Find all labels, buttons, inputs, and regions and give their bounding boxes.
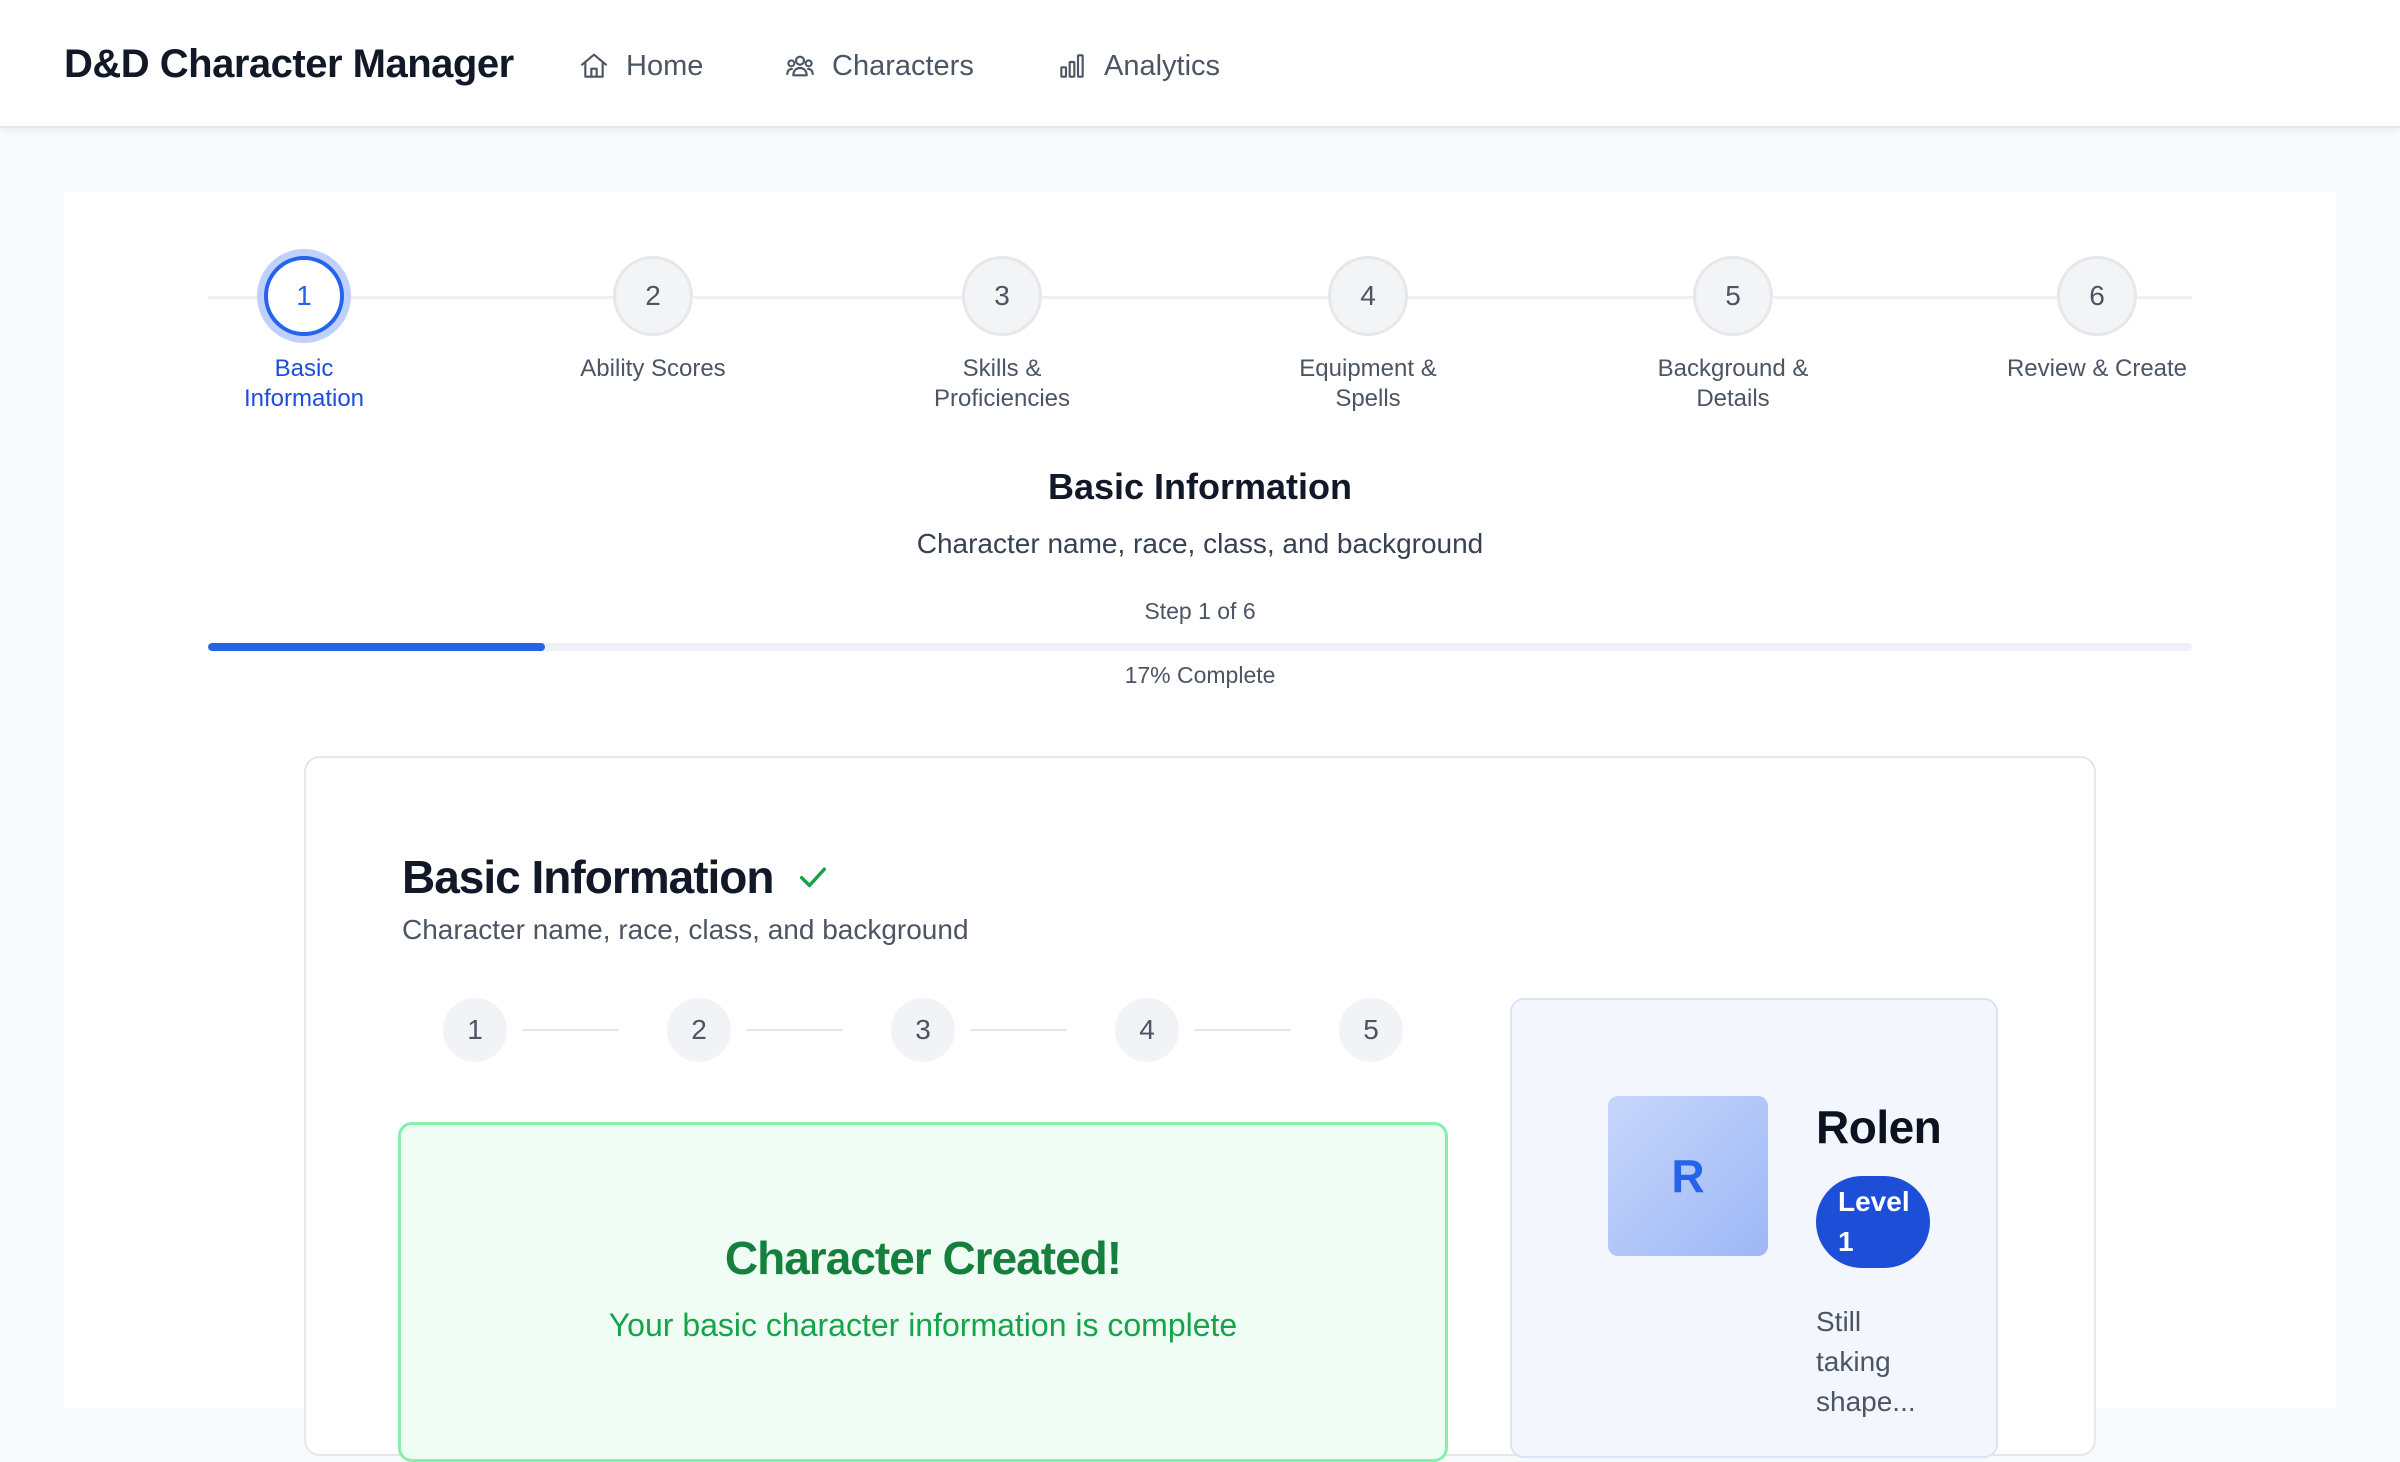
success-panel: Character Created! Your basic character … — [398, 1122, 1448, 1462]
step-label: Background & Details — [1657, 355, 1809, 412]
success-title: Character Created! — [724, 1232, 1122, 1284]
character-name: Rolen — [1816, 1101, 1942, 1153]
section-subtitle: Character name, race, class, and backgro… — [916, 528, 1484, 559]
form-title: Basic Information — [402, 850, 830, 904]
step-number: 2 — [613, 256, 693, 336]
sub-step-3[interactable]: 3 — [891, 998, 955, 1062]
form-title-text: Basic Information — [402, 851, 775, 903]
check-icon — [799, 867, 826, 888]
step-label: Skills & Proficiencies — [933, 355, 1071, 412]
app-title[interactable]: D&D Character Manager — [64, 40, 514, 88]
step-equipment-spells[interactable]: 4 Equipment & Spells — [1258, 256, 1478, 414]
character-preview-card: R Rolen Level 1 Still taking shape... — [1510, 998, 1998, 1458]
nav-home-label: Home — [626, 49, 704, 82]
sub-step-connector — [523, 1029, 619, 1031]
step-number: 5 — [1693, 256, 1773, 336]
step-basic-information[interactable]: 1 Basic Information — [194, 256, 414, 414]
avatar: R — [1608, 1096, 1768, 1256]
progress-bar — [208, 643, 2192, 651]
character-status-note: Still taking shape... — [1816, 1306, 1916, 1417]
home-icon — [580, 53, 608, 78]
step-number: 1 — [264, 256, 344, 336]
sub-step-connector — [971, 1029, 1067, 1031]
level-badge: Level 1 — [1816, 1176, 1930, 1268]
step-label: Basic Information — [243, 355, 365, 412]
step-ability-scores[interactable]: 2 Ability Scores — [543, 256, 763, 384]
step-number: 3 — [962, 256, 1042, 336]
sub-step-5[interactable]: 5 — [1339, 998, 1403, 1062]
sub-step-connector — [747, 1029, 843, 1031]
success-message: Your basic character information is comp… — [608, 1307, 1238, 1343]
sub-step-1[interactable]: 1 — [443, 998, 507, 1062]
step-label: Ability Scores — [580, 355, 726, 382]
nav-characters[interactable]: Characters — [784, 46, 974, 86]
sub-step-connector — [1195, 1029, 1291, 1031]
step-skills-proficiencies[interactable]: 3 Skills & Proficiencies — [892, 256, 1112, 414]
top-nav: D&D Character Manager Home Characters An… — [0, 0, 2400, 128]
stepper-track — [208, 296, 2192, 299]
users-icon — [786, 55, 814, 77]
nav-characters-label: Characters — [832, 49, 974, 82]
step-review-create[interactable]: 6 Review & Create — [1987, 256, 2207, 384]
sub-step-4[interactable]: 4 — [1115, 998, 1179, 1062]
section-title: Basic Information — [1047, 466, 1353, 507]
nav-home[interactable]: Home — [578, 46, 703, 86]
sub-step-2[interactable]: 2 — [667, 998, 731, 1062]
nav-analytics[interactable]: Analytics — [1056, 46, 1220, 86]
step-label: Equipment & Spells — [1299, 355, 1437, 412]
step-number: 4 — [1328, 256, 1408, 336]
step-background-details[interactable]: 5 Background & Details — [1623, 256, 1843, 414]
step-counter: Step 1 of 6 — [1144, 598, 1256, 624]
nav-analytics-label: Analytics — [1104, 49, 1221, 82]
form-subtitle: Character name, race, class, and backgro… — [402, 914, 969, 945]
progress-bar-fill — [208, 643, 546, 651]
step-number: 6 — [2057, 256, 2137, 336]
bar-chart-icon — [1060, 54, 1084, 78]
step-label: Review & Create — [2006, 355, 2188, 382]
progress-percent: 17% Complete — [1124, 662, 1276, 688]
